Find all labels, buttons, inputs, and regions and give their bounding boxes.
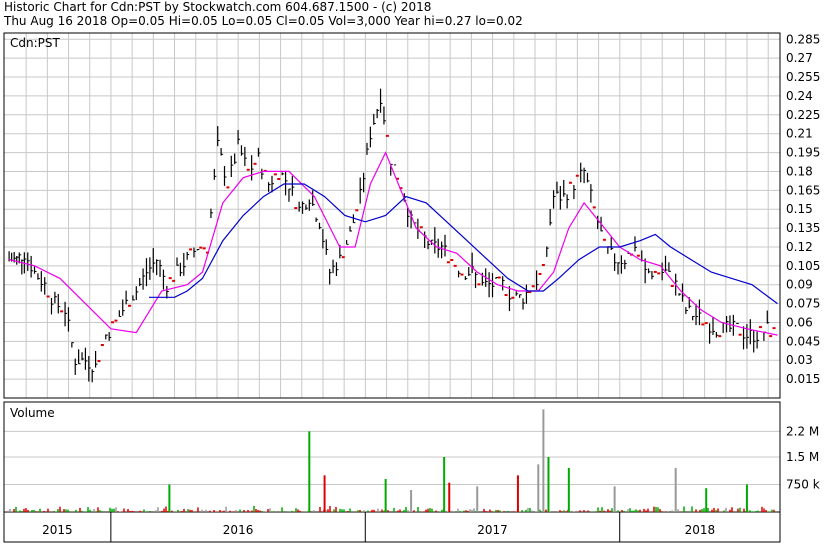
volume-tick-label: 2.2 M	[786, 424, 819, 438]
stock-chart: Cdn:PST Volume 0.2850.270.2550.240.2250.…	[3, 32, 820, 543]
price-tick-label: 0.195	[786, 146, 820, 160]
date-axis-frame	[3, 511, 781, 543]
price-tick-label: 0.225	[786, 108, 820, 122]
price-tick-label: 0.18	[786, 164, 813, 178]
price-tick-label: 0.045	[786, 334, 820, 348]
year-tick-label: 2017	[477, 523, 508, 537]
price-tick-label: 0.06	[786, 315, 813, 329]
price-tick-label: 0.12	[786, 240, 813, 254]
price-tick-label: 0.24	[786, 89, 813, 103]
price-panel-frame	[3, 32, 781, 399]
volume-grid	[4, 430, 780, 485]
volume-tick-label: 750 k	[786, 478, 820, 492]
year-tick-label: 2016	[223, 523, 254, 537]
volume-tick-label: 1.5 M	[786, 450, 819, 464]
price-tick-label: 0.015	[786, 372, 820, 386]
volume-tick-labels: 2.2 M 1.5 M 750 k	[786, 424, 820, 491]
price-tick-label: 0.255	[786, 70, 820, 84]
price-tick-label: 0.03	[786, 353, 813, 367]
price-grid	[4, 33, 780, 398]
price-tick-label: 0.165	[786, 183, 820, 197]
price-tick-label: 0.075	[786, 297, 820, 311]
date-tick-labels: 2015 2016 2017 2018	[42, 512, 715, 542]
price-tick-labels: 0.285 0.27 0.255 0.24 0.225 0.21 0.195 0.18 0.16…	[786, 32, 820, 386]
year-tick-label: 2018	[685, 523, 716, 537]
price-tick-label: 0.285	[786, 32, 820, 46]
price-tick-label: 0.21	[786, 127, 813, 141]
volume-bars	[5, 409, 777, 512]
price-tick-label: 0.105	[786, 259, 820, 273]
chart-page: Historic Chart for Cdn:PST by Stockwatch…	[0, 0, 830, 543]
price-bars	[8, 88, 776, 383]
year-tick-label: 2015	[42, 523, 73, 537]
volume-panel-label: Volume	[10, 406, 55, 420]
price-tick-label: 0.15	[786, 202, 813, 216]
price-panel-label: Cdn:PST	[10, 36, 60, 50]
price-tick-label: 0.135	[786, 221, 820, 235]
price-tick-label: 0.27	[786, 51, 813, 65]
price-tick-label: 0.09	[786, 278, 813, 292]
